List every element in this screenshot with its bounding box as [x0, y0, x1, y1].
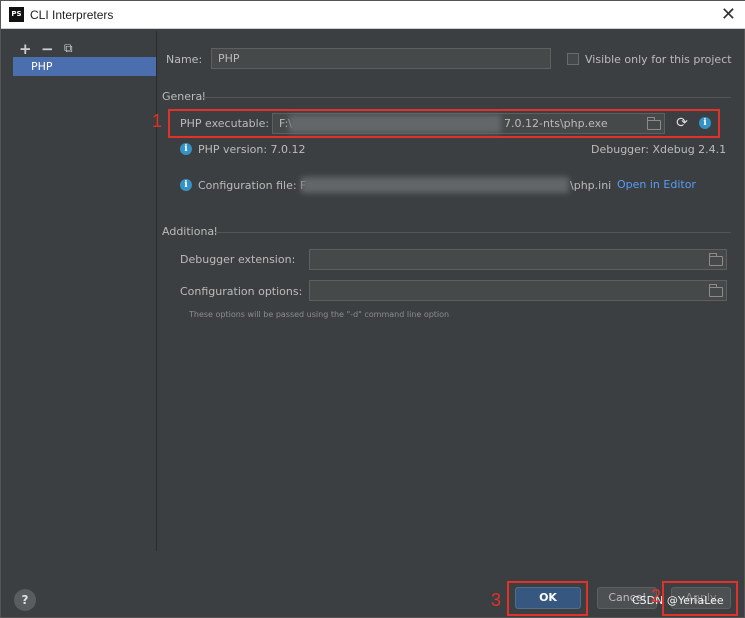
annotation-number: 3 [491, 590, 502, 610]
configuration-options-hint: These options will be passed using the "… [189, 310, 450, 319]
general-separator [201, 97, 731, 98]
debugger-text: Debugger: Xdebug 2.4.1 [591, 143, 727, 156]
sidebar-item-php[interactable]: PHP [13, 57, 156, 76]
info-icon: i [180, 143, 192, 155]
highlight-box [168, 109, 720, 138]
highlight-box [507, 581, 588, 616]
visible-only-checkbox[interactable] [567, 53, 579, 65]
remove-icon[interactable]: − [41, 40, 54, 58]
highlight-box [662, 581, 738, 616]
config-file-suffix: \php.ini [570, 179, 612, 192]
debugger-extension-input[interactable] [309, 249, 727, 270]
debugger-extension-label: Debugger extension: [180, 253, 296, 266]
annotation-number: 1 [152, 111, 163, 131]
window-title: CLI Interpreters [30, 8, 114, 22]
copy-icon[interactable]: ⧉ [64, 41, 73, 56]
name-label: Name: [166, 53, 203, 66]
annotation-number: 2 [651, 586, 662, 606]
add-icon[interactable]: + [19, 40, 32, 58]
title-bar: PS CLI Interpreters ✕ [1, 1, 745, 29]
general-section-title: General [162, 90, 206, 103]
divider [156, 31, 157, 551]
name-input[interactable]: PHP [211, 48, 551, 69]
folder-icon[interactable] [709, 253, 723, 266]
configuration-options-label: Configuration options: [180, 285, 303, 298]
folder-icon[interactable] [709, 284, 723, 297]
help-button[interactable]: ? [14, 589, 36, 611]
additional-separator [215, 232, 731, 233]
additional-section-title: Additional [162, 225, 218, 238]
open-in-editor-link[interactable]: Open in Editor [617, 178, 696, 191]
visible-only-label: Visible only for this project [585, 53, 732, 66]
config-file-label: Configuration file: F [198, 179, 307, 192]
php-version-text: PHP version: 7.0.12 [198, 143, 306, 156]
cli-interpreters-dialog: PS CLI Interpreters ✕ + − ⧉ PHP Name: PH… [0, 0, 745, 618]
info-icon: i [180, 179, 192, 191]
configuration-options-input[interactable] [309, 280, 727, 301]
close-icon[interactable]: ✕ [721, 4, 736, 25]
interpreter-list: + − ⧉ PHP [9, 35, 156, 549]
phpstorm-icon: PS [9, 7, 24, 22]
redacted-path [301, 177, 569, 193]
